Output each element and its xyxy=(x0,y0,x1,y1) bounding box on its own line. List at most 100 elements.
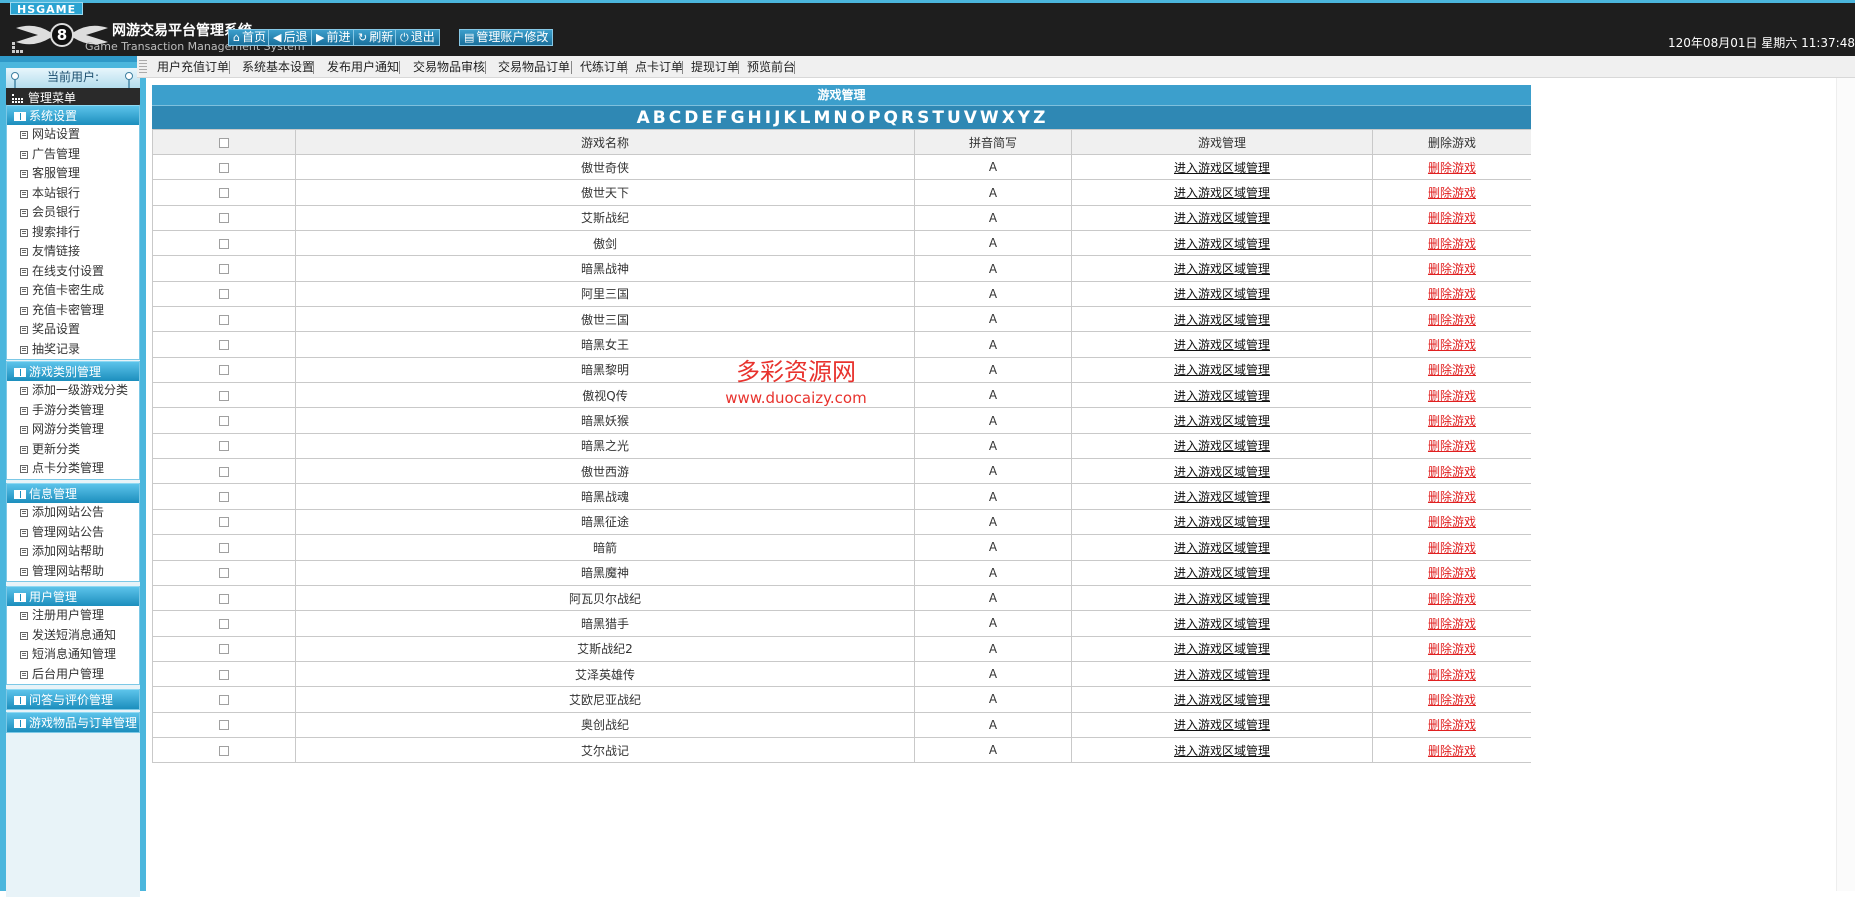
row-checkbox[interactable] xyxy=(219,618,229,629)
row-checkbox[interactable] xyxy=(219,213,229,224)
delete-game-link[interactable]: 删除游戏 xyxy=(1428,389,1476,403)
manage-regions-link[interactable]: 进入游戏区域管理 xyxy=(1174,161,1270,175)
select-all-checkbox[interactable] xyxy=(219,137,229,148)
letter-filter-item[interactable]: Y xyxy=(1017,108,1032,128)
row-checkbox[interactable] xyxy=(219,745,229,756)
menu-item[interactable]: 手游分类管理 xyxy=(7,401,139,421)
menu-group-header[interactable]: 信息管理 xyxy=(7,483,139,503)
letter-filter-item[interactable]: L xyxy=(799,108,813,128)
menu-item[interactable]: 搜索排行 xyxy=(7,223,139,243)
row-checkbox[interactable] xyxy=(219,340,229,351)
forward-button[interactable]: ▶ 前进 xyxy=(311,29,356,46)
menu-group-header[interactable]: 游戏类别管理 xyxy=(7,361,139,381)
manage-regions-link[interactable]: 进入游戏区域管理 xyxy=(1174,439,1270,453)
nav-link[interactable]: 交易物品审核 xyxy=(413,56,485,78)
manage-regions-link[interactable]: 进入游戏区域管理 xyxy=(1174,744,1270,758)
delete-game-link[interactable]: 删除游戏 xyxy=(1428,642,1476,656)
row-checkbox[interactable] xyxy=(219,644,229,655)
menu-item[interactable]: 添加一级游戏分类 xyxy=(7,381,139,401)
letter-filter-item[interactable]: Q xyxy=(883,108,900,128)
menu-item[interactable]: 会员银行 xyxy=(7,203,139,223)
manage-regions-link[interactable]: 进入游戏区域管理 xyxy=(1174,541,1270,555)
manage-regions-link[interactable]: 进入游戏区域管理 xyxy=(1174,262,1270,276)
manage-regions-link[interactable]: 进入游戏区域管理 xyxy=(1174,338,1270,352)
manage-regions-link[interactable]: 进入游戏区域管理 xyxy=(1174,313,1270,327)
letter-filter-item[interactable]: C xyxy=(668,108,683,128)
menu-item[interactable]: 在线支付设置 xyxy=(7,262,139,282)
menu-item[interactable]: 管理网站公告 xyxy=(7,523,139,543)
menu-item[interactable]: 短消息通知管理 xyxy=(7,645,139,665)
manage-regions-link[interactable]: 进入游戏区域管理 xyxy=(1174,389,1270,403)
menu-group-header[interactable]: 用户管理 xyxy=(7,586,139,606)
letter-filter-item[interactable]: H xyxy=(747,108,764,128)
menu-group-header[interactable]: 游戏物品与订单管理 xyxy=(7,712,139,732)
manage-regions-link[interactable]: 进入游戏区域管理 xyxy=(1174,693,1270,707)
manage-regions-link[interactable]: 进入游戏区域管理 xyxy=(1174,287,1270,301)
row-checkbox[interactable] xyxy=(219,568,229,579)
letter-filter-item[interactable]: W xyxy=(979,108,1001,128)
delete-game-link[interactable]: 删除游戏 xyxy=(1428,515,1476,529)
letter-filter-item[interactable]: R xyxy=(900,108,916,128)
row-checkbox[interactable] xyxy=(219,517,229,528)
nav-link[interactable]: 交易物品订单 xyxy=(498,56,570,78)
menu-item[interactable]: 发送短消息通知 xyxy=(7,626,139,646)
delete-game-link[interactable]: 删除游戏 xyxy=(1428,262,1476,276)
manage-regions-link[interactable]: 进入游戏区域管理 xyxy=(1174,718,1270,732)
letter-filter-item[interactable]: X xyxy=(1001,108,1017,128)
delete-game-link[interactable]: 删除游戏 xyxy=(1428,617,1476,631)
menu-item[interactable]: 友情链接 xyxy=(7,242,139,262)
row-checkbox[interactable] xyxy=(219,694,229,705)
account-settings-button[interactable]: ▤ 管理账户修改 xyxy=(459,29,554,46)
letter-filter-item[interactable]: U xyxy=(946,108,963,128)
letter-filter-item[interactable]: I xyxy=(764,108,773,128)
letter-filter-item[interactable]: P xyxy=(867,108,882,128)
letter-filter-item[interactable]: N xyxy=(832,108,849,128)
menu-item[interactable]: 网游分类管理 xyxy=(7,420,139,440)
menu-item[interactable]: 充值卡密管理 xyxy=(7,301,139,321)
letter-filter-item[interactable]: T xyxy=(931,108,946,128)
manage-regions-link[interactable]: 进入游戏区域管理 xyxy=(1174,465,1270,479)
menu-group-header[interactable]: 问答与评价管理 xyxy=(7,689,139,709)
row-checkbox[interactable] xyxy=(219,542,229,553)
letter-filter-item[interactable]: S xyxy=(916,108,931,128)
row-checkbox[interactable] xyxy=(219,365,229,376)
manage-regions-link[interactable]: 进入游戏区域管理 xyxy=(1174,490,1270,504)
delete-game-link[interactable]: 删除游戏 xyxy=(1428,668,1476,682)
row-checkbox[interactable] xyxy=(219,390,229,401)
delete-game-link[interactable]: 删除游戏 xyxy=(1428,718,1476,732)
manage-regions-link[interactable]: 进入游戏区域管理 xyxy=(1174,515,1270,529)
menu-item[interactable]: 网站设置 xyxy=(7,125,139,145)
row-checkbox[interactable] xyxy=(219,466,229,477)
delete-game-link[interactable]: 删除游戏 xyxy=(1428,592,1476,606)
delete-game-link[interactable]: 删除游戏 xyxy=(1428,237,1476,251)
delete-game-link[interactable]: 删除游戏 xyxy=(1428,338,1476,352)
menu-item[interactable]: 注册用户管理 xyxy=(7,606,139,626)
nav-link[interactable]: 发布用户通知 xyxy=(327,56,399,78)
row-checkbox[interactable] xyxy=(219,264,229,275)
logout-button[interactable]: ⏻ 退出 xyxy=(395,29,440,46)
row-checkbox[interactable] xyxy=(219,593,229,604)
row-checkbox[interactable] xyxy=(219,416,229,427)
delete-game-link[interactable]: 删除游戏 xyxy=(1428,744,1476,758)
menu-item[interactable]: 更新分类 xyxy=(7,440,139,460)
menu-item[interactable]: 本站银行 xyxy=(7,184,139,204)
menu-item[interactable]: 客服管理 xyxy=(7,164,139,184)
menu-item[interactable]: 广告管理 xyxy=(7,145,139,165)
menu-item[interactable]: 抽奖记录 xyxy=(7,340,139,360)
letter-filter-item[interactable]: F xyxy=(715,108,730,128)
vertical-scrollbar[interactable] xyxy=(1836,78,1855,891)
letter-filter-item[interactable]: K xyxy=(782,108,798,128)
row-checkbox[interactable] xyxy=(219,238,229,249)
delete-game-link[interactable]: 删除游戏 xyxy=(1428,287,1476,301)
letter-filter-item[interactable]: G xyxy=(730,108,747,128)
manage-regions-link[interactable]: 进入游戏区域管理 xyxy=(1174,592,1270,606)
letter-filter-item[interactable]: Z xyxy=(1032,108,1047,128)
delete-game-link[interactable]: 删除游戏 xyxy=(1428,541,1476,555)
letter-filter-item[interactable]: M xyxy=(812,108,832,128)
delete-game-link[interactable]: 删除游戏 xyxy=(1428,693,1476,707)
letter-filter-item[interactable]: V xyxy=(963,108,979,128)
manage-regions-link[interactable]: 进入游戏区域管理 xyxy=(1174,642,1270,656)
delete-game-link[interactable]: 删除游戏 xyxy=(1428,363,1476,377)
letter-filter-item[interactable]: O xyxy=(850,108,867,128)
row-checkbox[interactable] xyxy=(219,188,229,199)
